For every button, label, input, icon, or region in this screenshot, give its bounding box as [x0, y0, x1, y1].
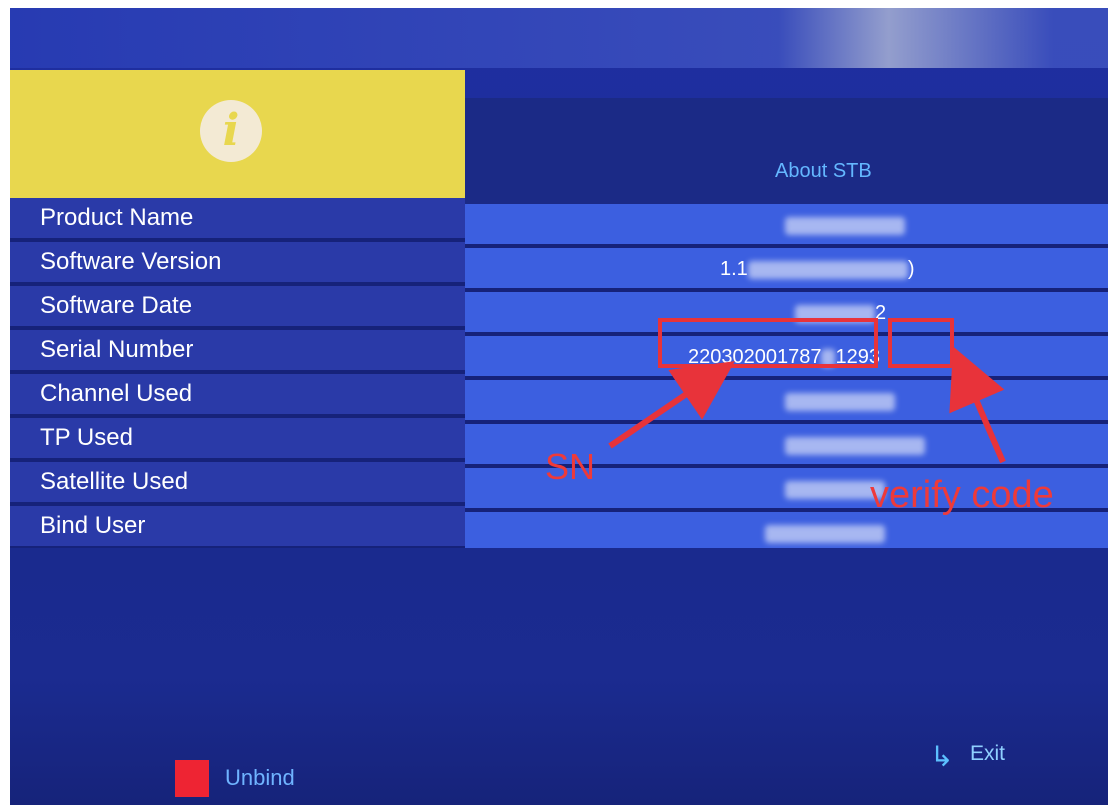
sn-arrow: [608, 361, 735, 449]
annotation-arrows: [608, 346, 1006, 464]
verify-arrow: [949, 346, 1006, 464]
sn-annotation-label: SN: [545, 446, 596, 487]
verify-code-annotation-label: verify code: [870, 474, 1054, 516]
